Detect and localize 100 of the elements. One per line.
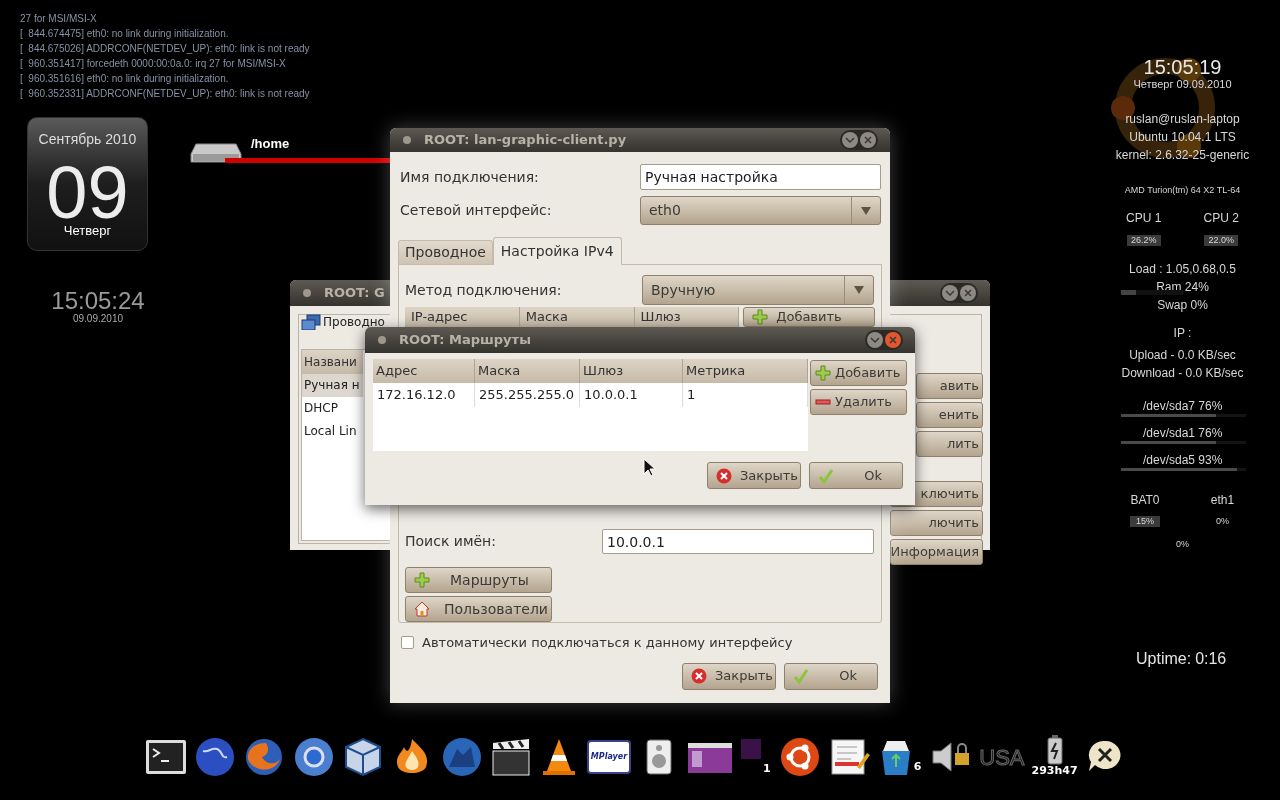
ip-label: IP : [1173,325,1192,342]
download-speed-label: Download - 0.0 KB/sec [1121,365,1244,382]
log-line: [ 844.674475] eth0: no link during initialization. [20,27,230,41]
network-reading: 0% [1215,516,1230,527]
window-button[interactable]: лить [916,431,983,457]
window-menu-icon [302,288,312,298]
close-icon [889,336,897,344]
column-header: IP-адрес [405,307,520,327]
column-header: Шлюз [634,307,740,327]
network-interface-dropdown[interactable]: eth0 [640,196,881,225]
window-button[interactable]: авить [916,373,983,399]
network-interface-label: Сетевой интерфейс: [400,201,552,220]
close-button[interactable]: Закрыть [682,662,776,690]
connection-method-dropdown[interactable]: Вручную [642,275,874,305]
cpu-usage-reading: 22.0% [1204,235,1238,246]
minimize-button[interactable] [942,285,958,301]
window-button[interactable]: лючить [890,510,983,536]
dropdown-arrow-icon [854,286,864,294]
log-line: [ 960.351616] eth0: no link during initialization. [20,72,230,86]
plus-icon [414,572,430,588]
window-title: ROOT: lan-graphic-client.py [424,131,627,150]
table-cell: 255.255.255.0 [475,383,580,407]
ok-button[interactable]: Ok [809,462,903,489]
window-menu-icon [377,335,387,345]
chevron-down-icon [945,290,955,296]
chevron-down-icon [845,137,855,143]
player-app-icon[interactable]: MPlayer [587,740,631,774]
column-header: Шлюз [580,359,683,383]
window-title: ROOT: G [324,284,385,303]
table-cell: 10.0.0.1 [580,383,683,407]
dropdown-arrow-icon [861,206,871,215]
connection-name-field[interactable]: Ручная настройка [640,164,881,190]
dns-search-field[interactable]: 10.0.0.1 [602,529,874,554]
column-header: Маска [475,359,580,383]
system-time: 15:05:19 [1143,56,1222,78]
window-button[interactable]: Информация [890,539,983,565]
plus-icon [815,365,831,381]
minimize-button[interactable] [842,132,858,148]
close-icon [691,668,707,684]
notepad-pencil-icon [828,737,871,777]
usage-reading: 0% [1176,539,1189,550]
network-computers-icon [301,314,321,330]
window-title: ROOT: Маршруты [399,331,531,350]
table-cell: 172.16.12.0 [373,383,475,407]
connection-method-label: Метод подключения: [405,280,562,300]
cpu-label: CPU 2 [1203,210,1239,227]
column-header: Адрес [373,359,475,383]
close-button[interactable]: Закрыть [707,462,801,489]
terminal-icon [145,737,187,777]
tab[interactable]: Настройка IPv4 [492,237,622,265]
house-icon [414,601,430,617]
chevron-down-icon [870,337,880,343]
users-button[interactable]: Пользователи [405,596,552,622]
column-header: Названи [302,350,363,374]
checkbox[interactable] [401,636,414,650]
tab[interactable]: Проводное [398,240,493,264]
plus-icon [752,309,769,325]
battery-label: BAT0 [1130,492,1160,509]
user-host-label: ruslan@ruslan-laptop [1125,111,1240,128]
clapperboard-icon [491,737,531,777]
column-header: Метрика [683,359,808,383]
log-line: [ 844.675026] ADDRCONF(NETDEV_UP): eth0: link is not ready [20,42,310,56]
window-button[interactable]: енить [916,402,983,428]
column-header: Маска [519,307,635,327]
routes-button[interactable]: Маршруты [405,567,552,593]
disk-usage-label: /dev/sda7 76% [1142,399,1223,414]
battery-reading: 15% [1130,516,1160,527]
minimize-button[interactable] [867,332,883,348]
close-button[interactable] [885,332,901,348]
uptime-label: Uptime: [1136,649,1192,669]
calendar-month: Сентябрь 2010 [38,130,137,149]
battery-icon [1044,735,1065,765]
window-menu-icon [402,135,412,145]
ok-button[interactable]: Ok [784,662,878,690]
load-label: Load : 1.05,0.68,0.5 [1129,261,1236,278]
close-icon [716,467,732,484]
fox-globe-icon [243,737,285,777]
connection-list-item[interactable]: Local Lin [302,420,363,443]
close-icon [964,289,972,297]
connection-name-label: Имя подключения: [400,167,539,187]
table-cell: 1 [683,383,808,407]
cpu-label: CPU 1 [1126,210,1162,227]
close-button[interactable] [860,132,876,148]
remove-route-button[interactable]: Удалить [810,389,907,415]
close-button[interactable] [960,285,976,301]
auto-connect-label: Автоматически подключаться к данному интерфейсу [422,634,793,652]
mouse-pointer-icon [643,458,655,477]
cpu-model-label: AMD Turion(tm) 64 X2 TL-64 [1124,184,1241,197]
os-label: Ubuntu 10.04.1 LTS [1129,129,1236,146]
add-address-button[interactable]: Добавить [743,307,875,327]
clock-date: 09.09.2010 [72,314,124,324]
wired-tab[interactable]: Проводно [323,315,385,329]
dns-search-label: Поиск имён: [405,532,496,551]
log-line: 27 for MSI/MSI-X [20,12,98,26]
connection-list-item[interactable]: Ручная н [302,374,363,397]
add-route-button[interactable]: Добавить [810,360,907,386]
checkmark-icon [793,668,809,684]
connection-list-item[interactable]: DHCP [302,397,363,420]
upload-speed-label: Upload - 0.0 KB/sec [1129,347,1236,364]
swap-label: Swap 0% [1157,297,1208,314]
